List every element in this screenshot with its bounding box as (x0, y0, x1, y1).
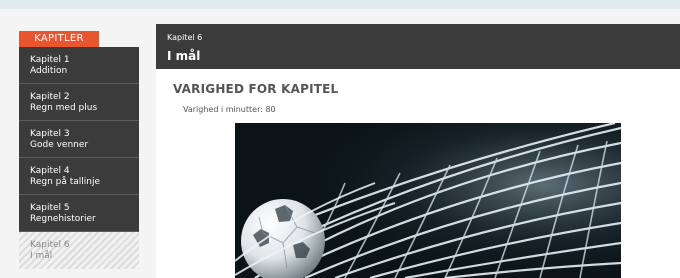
chapter-header: Kapitel 6 I mål (156, 24, 680, 69)
chapter-number: Kapitel 6 (30, 240, 70, 250)
chapter-number: Kapitel 3 (30, 129, 70, 139)
chapter-number: Kapitel 1 (30, 55, 70, 65)
chapter-number: Kapitel 4 (30, 166, 70, 176)
chapter-number: Kapitel 2 (30, 92, 70, 102)
duration-text: Varighed i minutter: 80 (183, 105, 276, 114)
soccer-net-illustration (235, 123, 621, 278)
chapter-sidebar: KAPITLER Kapitel 1 Addition Kapitel 2 Re… (19, 31, 139, 278)
sidebar-item-chapter-3[interactable]: Kapitel 3 Gode venner (19, 121, 139, 158)
sidebar-item-chapter-6[interactable]: Kapitel 6 I mål (19, 232, 139, 269)
section-title: VARIGHED FOR KAPITEL (173, 82, 339, 96)
page-title: I mål (167, 49, 201, 63)
page-container: KAPITLER Kapitel 1 Addition Kapitel 2 Re… (0, 9, 680, 278)
chapter-name: I mål (30, 251, 53, 261)
chapter-name: Regn på tallinje (30, 177, 101, 187)
chapter-name: Addition (30, 66, 68, 76)
header-chapter-label: Kapitel 6 (167, 33, 203, 42)
chapter-name: Gode venner (30, 140, 89, 150)
sidebar-item-chapter-1[interactable]: Kapitel 1 Addition (19, 47, 139, 84)
chapter-image (235, 123, 621, 278)
chapter-number: Kapitel 5 (30, 203, 70, 213)
sidebar-item-chapter-2[interactable]: Kapitel 2 Regn med plus (19, 84, 139, 121)
sidebar-item-chapter-5[interactable]: Kapitel 5 Regnehistorier (19, 195, 139, 232)
chapter-name: Regn med plus (30, 103, 98, 113)
chapter-name: Regnehistorier (30, 214, 96, 224)
sidebar-item-chapter-4[interactable]: Kapitel 4 Regn på tallinje (19, 158, 139, 195)
chapter-list: Kapitel 1 Addition Kapitel 2 Regn med pl… (19, 47, 139, 269)
sidebar-heading: KAPITLER (19, 31, 99, 47)
main-content: VARIGHED FOR KAPITEL Varighed i minutter… (156, 69, 680, 278)
